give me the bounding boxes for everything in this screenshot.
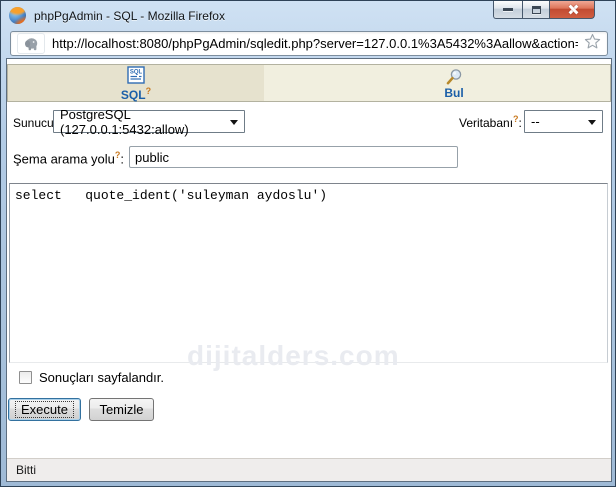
database-select[interactable]: -- [524, 110, 603, 133]
svg-text:SQL: SQL [130, 69, 143, 75]
tab-sql[interactable]: SQL SQL? [8, 65, 264, 101]
execute-button-label: Execute [15, 401, 74, 418]
maximize-button[interactable] [522, 1, 550, 19]
magnifier-icon [445, 68, 463, 86]
tab-find[interactable]: Bul [264, 65, 610, 101]
url-bar[interactable]: http://localhost:8080/phpPgAdmin/sqledit… [10, 31, 608, 56]
database-select-value: -- [531, 114, 540, 129]
url-text[interactable]: http://localhost:8080/phpPgAdmin/sqledit… [52, 36, 578, 51]
server-select-value: PostgreSQL (127.0.0.1:5432:allow) [60, 107, 224, 137]
sql-help-link[interactable]: ? [146, 86, 152, 96]
close-icon [567, 4, 578, 15]
site-identity-button[interactable] [17, 33, 45, 54]
tab-sql-label: SQL? [121, 85, 151, 101]
postgresql-elephant-favicon [23, 36, 39, 52]
firefox-icon [9, 7, 26, 24]
execute-button[interactable]: Execute [8, 398, 81, 421]
close-button[interactable] [549, 1, 595, 19]
window-title: phpPgAdmin - SQL - Mozilla Firefox [34, 9, 225, 23]
clear-button-label: Temizle [99, 402, 143, 417]
schema-path-input[interactable] [129, 146, 458, 168]
status-text: Bitti [16, 463, 36, 477]
schema-path-label: Şema arama yolu?: [13, 150, 124, 166]
sql-document-icon: SQL [127, 66, 145, 84]
firefox-window: phpPgAdmin - SQL - Mozilla Firefox http:… [0, 0, 616, 487]
chevron-down-icon [588, 120, 596, 125]
minimize-icon [503, 8, 513, 11]
paginate-label: Sonuçları sayfalandır. [39, 370, 164, 385]
chevron-down-icon [230, 120, 238, 125]
status-bar: Bitti [7, 458, 611, 481]
paginate-checkbox[interactable] [19, 371, 32, 384]
maximize-icon [532, 6, 541, 14]
minimize-button[interactable] [493, 1, 523, 19]
sql-query-textarea[interactable]: select quote_ident('suleyman aydoslu') [9, 183, 608, 363]
tab-find-label: Bul [444, 87, 463, 99]
clear-button[interactable]: Temizle [89, 398, 154, 421]
window-controls [493, 1, 595, 19]
database-label: Veritabanı?: [459, 114, 522, 130]
phppgadmin-tab-bar: SQL SQL? Bul [7, 64, 611, 102]
bookmark-star-icon[interactable] [584, 33, 601, 55]
server-select[interactable]: PostgreSQL (127.0.0.1:5432:allow) [53, 110, 245, 133]
